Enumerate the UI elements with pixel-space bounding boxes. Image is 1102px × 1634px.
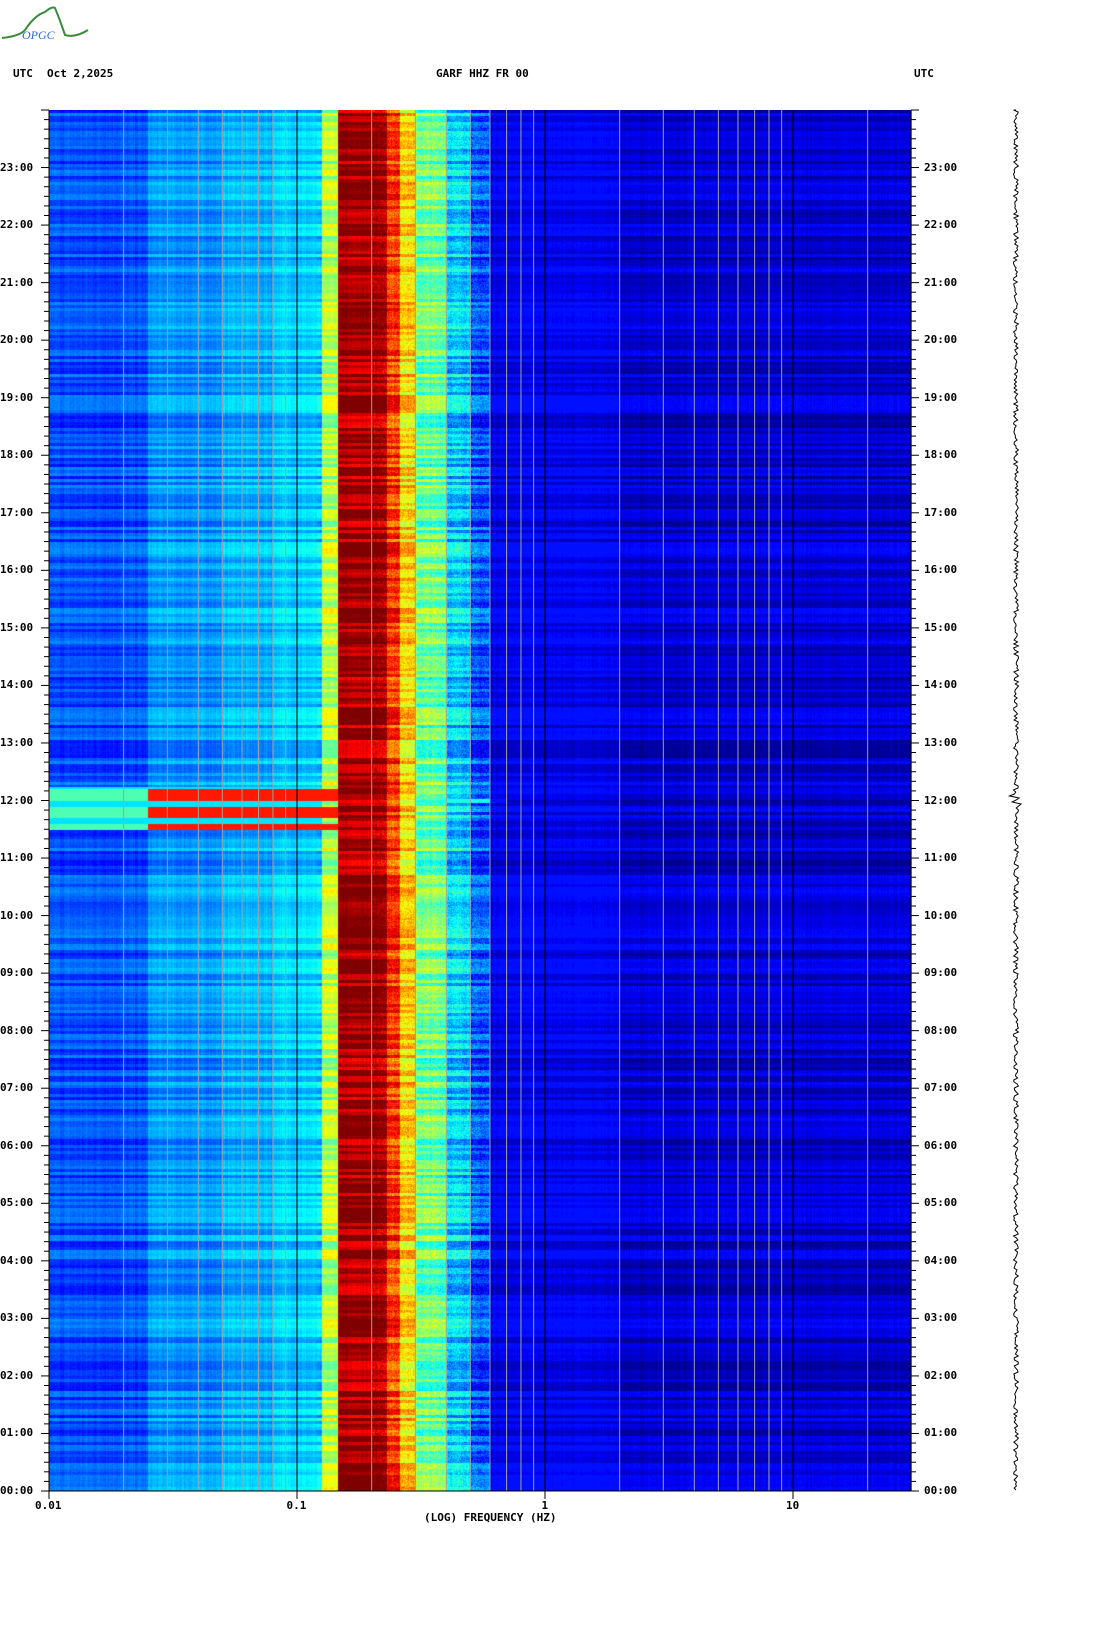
y-tick-label-right: 14:00 (924, 678, 958, 692)
y-tick-label-right: 06:00 (924, 1138, 958, 1152)
y-tick-label-right: 11:00 (924, 851, 958, 865)
seismogram-trace (1007, 109, 1023, 1491)
y-tick-label-left: 22:00 (0, 218, 34, 232)
y-tick-label-right: 12:00 (924, 793, 958, 807)
y-tick-label-left: 23:00 (0, 160, 34, 174)
y-tick-label-left: 03:00 (0, 1311, 34, 1325)
y-tick-label-left: 21:00 (0, 275, 34, 289)
y-tick-label-left: 11:00 (0, 851, 34, 865)
y-tick-label-right: 22:00 (924, 218, 958, 232)
y-tick-label-left: 20:00 (0, 333, 34, 347)
y-tick-label-right: 23:00 (924, 160, 958, 174)
y-tick-label-right: 19:00 (924, 390, 958, 404)
x-axis-label: (LOG) FREQUENCY (HZ) (424, 1511, 557, 1524)
y-tick-label-left: 05:00 (0, 1196, 34, 1210)
y-tick-label-right: 07:00 (924, 1081, 958, 1095)
y-tick-label-left: 12:00 (0, 793, 34, 807)
y-tick-label-right: 09:00 (924, 966, 958, 980)
x-tick-label: 1 (541, 1499, 549, 1512)
y-tick-label-left: 01:00 (0, 1426, 34, 1440)
y-tick-label-left: 14:00 (0, 678, 34, 692)
y-tick-label-right: 05:00 (924, 1196, 958, 1210)
y-tick-label-right: 16:00 (924, 563, 958, 577)
y-tick-label-right: 03:00 (924, 1311, 958, 1325)
y-tick-label-right: 10:00 (924, 908, 958, 922)
y-tick-label-right: 20:00 (924, 333, 958, 347)
x-tick-label: 0.01 (35, 1499, 62, 1512)
y-tick-label-left: 09:00 (0, 966, 34, 980)
y-tick-label-left: 18:00 (0, 448, 34, 462)
y-tick-label-left: 10:00 (0, 908, 34, 922)
chart-axes-overlay (41, 109, 1023, 1499)
x-tick-label: 10 (786, 1499, 800, 1512)
y-tick-label-right: 15:00 (924, 620, 958, 634)
y-tick-label-left: 13:00 (0, 735, 34, 749)
y-tick-label-left: 17:00 (0, 505, 34, 519)
y-tick-label-left: 07:00 (0, 1081, 34, 1095)
y-tick-label-left: 16:00 (0, 563, 34, 577)
y-tick-label-left: 02:00 (0, 1368, 34, 1382)
y-tick-label-right: 17:00 (924, 505, 958, 519)
y-tick-label-right: 21:00 (924, 275, 958, 289)
x-tick-label: 0.1 (286, 1499, 307, 1512)
y-tick-label-right: 08:00 (924, 1023, 958, 1037)
y-tick-label-right: 02:00 (924, 1368, 958, 1382)
y-tick-label-left: 08:00 (0, 1023, 34, 1037)
y-tick-label-right: 01:00 (924, 1426, 958, 1440)
y-tick-label-left: 15:00 (0, 620, 34, 634)
y-tick-label-right: 18:00 (924, 448, 958, 462)
y-tick-label-left: 00:00 (0, 1484, 34, 1497)
y-tick-label-left: 06:00 (0, 1138, 34, 1152)
y-tick-label-right: 00:00 (924, 1484, 958, 1497)
y-tick-label-left: 19:00 (0, 390, 34, 404)
y-tick-label-right: 04:00 (924, 1253, 958, 1267)
y-tick-label-right: 13:00 (924, 735, 958, 749)
y-tick-label-left: 04:00 (0, 1253, 34, 1267)
